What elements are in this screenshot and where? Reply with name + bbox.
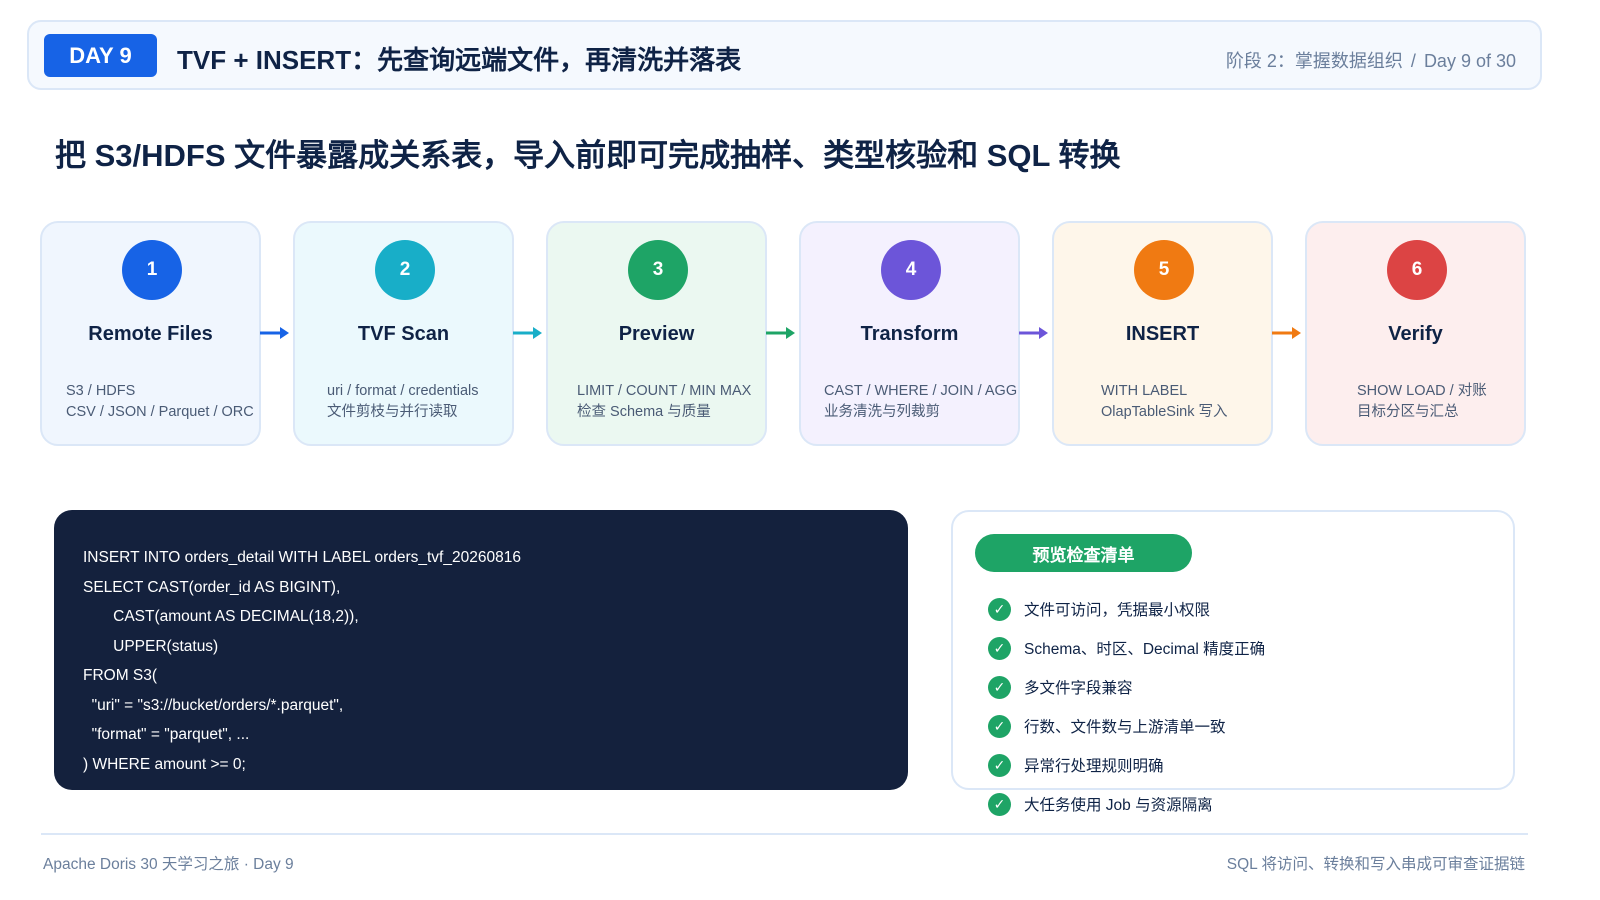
stage-progress: 阶段 2：掌握数据组织 / Day 9 of 30 bbox=[1226, 47, 1516, 73]
check-icon: ✓ bbox=[988, 753, 1011, 777]
step-desc-line: 文件剪枝与并行读取 bbox=[327, 404, 458, 420]
checklist-item: ✓ Schema、时区、Decimal 精度正确 bbox=[988, 636, 1265, 660]
step-name: Preview bbox=[618, 323, 695, 345]
checklist-item: ✓ 文件可访问，凭据最小权限 bbox=[988, 597, 1210, 621]
checklist-item-text: 异常行处理规则明确 bbox=[1024, 758, 1164, 775]
day-badge: DAY 9 bbox=[44, 34, 157, 77]
step-number: 1 bbox=[122, 240, 182, 300]
arrow-icon bbox=[1019, 327, 1048, 339]
step-desc-line: uri / format / credentials bbox=[327, 383, 479, 399]
subtitle: 把 S3/HDFS 文件暴露成关系表，导入前即可完成抽样、类型核验和 SQL 转… bbox=[55, 138, 1121, 173]
separator: / bbox=[1410, 51, 1416, 71]
checklist-item-text: 行数、文件数与上游清单一致 bbox=[1024, 719, 1226, 736]
step-description: LIMIT / COUNT / MIN MAX 检查 Schema 与质量 bbox=[577, 381, 755, 423]
step-description: WITH LABEL OlapTableSink 写入 bbox=[1101, 381, 1261, 423]
step-desc-line: OlapTableSink 写入 bbox=[1101, 404, 1228, 420]
code-line: FROM S3( bbox=[83, 667, 158, 684]
step-number: 3 bbox=[628, 240, 688, 300]
step-remote-files: 1 Remote Files S3 / HDFS CSV / JSON / Pa… bbox=[40, 221, 261, 446]
step-transform: 4 Transform CAST / WHERE / JOIN / AGG 业务… bbox=[799, 221, 1020, 446]
step-desc-line: SHOW LOAD / 对账 bbox=[1357, 383, 1487, 399]
checklist-item: ✓ 异常行处理规则明确 bbox=[988, 753, 1164, 777]
step-tvf-scan: 2 TVF Scan uri / format / credentials 文件… bbox=[293, 221, 514, 446]
code-line: UPPER(status) bbox=[83, 638, 219, 655]
footer-divider bbox=[41, 833, 1528, 835]
step-number: 5 bbox=[1134, 240, 1194, 300]
stage-label: 阶段 2：掌握数据组织 bbox=[1225, 51, 1403, 71]
checklist-item-text: 多文件字段兼容 bbox=[1024, 680, 1133, 697]
step-desc-line: 检查 Schema 与质量 bbox=[577, 404, 711, 420]
checklist-item: ✓ 行数、文件数与上游清单一致 bbox=[988, 714, 1226, 738]
step-desc-line: LIMIT / COUNT / MIN MAX bbox=[577, 383, 752, 399]
step-verify: 6 Verify SHOW LOAD / 对账 目标分区与汇总 bbox=[1305, 221, 1526, 446]
check-icon: ✓ bbox=[988, 792, 1011, 816]
checklist-title: 预览检查清单 bbox=[975, 534, 1192, 572]
step-name: INSERT bbox=[1125, 323, 1200, 345]
step-description: CAST / WHERE / JOIN / AGG 业务清洗与列裁剪 bbox=[824, 381, 1018, 423]
checklist-item: ✓ 多文件字段兼容 bbox=[988, 675, 1133, 699]
footer-tagline: SQL 将访问、转换和写入串成可审查证据链 bbox=[1226, 856, 1525, 873]
step-name: TVF Scan bbox=[357, 323, 450, 345]
step-name: Transform bbox=[860, 323, 959, 345]
step-name: Verify bbox=[1388, 323, 1443, 345]
sql-code-block: INSERT INTO orders_detail WITH LABEL ord… bbox=[54, 510, 908, 790]
step-insert: 5 INSERT WITH LABEL OlapTableSink 写入 bbox=[1052, 221, 1273, 446]
code-line: "uri" = "s3://bucket/orders/*.parquet", bbox=[83, 697, 344, 714]
code-line: ) WHERE amount >= 0; bbox=[83, 756, 246, 773]
step-number: 2 bbox=[375, 240, 435, 300]
checklist-item-text: 文件可访问，凭据最小权限 bbox=[1024, 602, 1211, 619]
checklist-item-text: Schema、时区、Decimal 精度正确 bbox=[1024, 641, 1266, 658]
arrow-icon bbox=[513, 327, 542, 339]
footer-course-label: Apache Doris 30 天学习之旅 · Day 9 bbox=[43, 856, 294, 873]
check-icon: ✓ bbox=[988, 675, 1011, 699]
step-desc-line: WITH LABEL bbox=[1101, 383, 1188, 399]
page-title: TVF + INSERT：先查询远端文件，再清洗并落表 bbox=[177, 45, 742, 75]
step-number: 4 bbox=[881, 240, 941, 300]
step-desc-line: S3 / HDFS bbox=[66, 383, 136, 399]
arrow-icon bbox=[260, 327, 289, 339]
checklist-item-text: 大任务使用 Job 与资源隔离 bbox=[1024, 797, 1213, 814]
progress-label: Day 9 of 30 bbox=[1423, 51, 1516, 71]
check-icon: ✓ bbox=[988, 636, 1011, 660]
step-number: 6 bbox=[1387, 240, 1447, 300]
check-icon: ✓ bbox=[988, 714, 1011, 738]
step-desc-line: 目标分区与汇总 bbox=[1357, 404, 1459, 420]
step-desc-line: CAST / WHERE / JOIN / AGG bbox=[824, 383, 1018, 399]
checklist-item: ✓ 大任务使用 Job 与资源隔离 bbox=[988, 792, 1213, 816]
step-description: SHOW LOAD / 对账 目标分区与汇总 bbox=[1357, 381, 1514, 423]
code-line: SELECT CAST(order_id AS BIGINT), bbox=[83, 579, 341, 596]
code-line: INSERT INTO orders_detail WITH LABEL ord… bbox=[83, 549, 521, 566]
step-description: uri / format / credentials 文件剪枝与并行读取 bbox=[327, 381, 502, 423]
header-bar: DAY 9 TVF + INSERT：先查询远端文件，再清洗并落表 阶段 2：掌… bbox=[27, 20, 1542, 90]
step-preview: 3 Preview LIMIT / COUNT / MIN MAX 检查 Sch… bbox=[546, 221, 767, 446]
step-desc-line: 业务清洗与列裁剪 bbox=[824, 404, 940, 420]
step-description: S3 / HDFS CSV / JSON / Parquet / ORC bbox=[66, 381, 254, 423]
step-desc-line: CSV / JSON / Parquet / ORC bbox=[66, 404, 254, 420]
step-name: Remote Files bbox=[88, 323, 213, 345]
arrow-icon bbox=[766, 327, 795, 339]
check-icon: ✓ bbox=[988, 597, 1011, 621]
arrow-icon bbox=[1272, 327, 1301, 339]
code-line: CAST(amount AS DECIMAL(18,2)), bbox=[83, 608, 359, 625]
code-line: "format" = "parquet", ... bbox=[83, 726, 250, 743]
